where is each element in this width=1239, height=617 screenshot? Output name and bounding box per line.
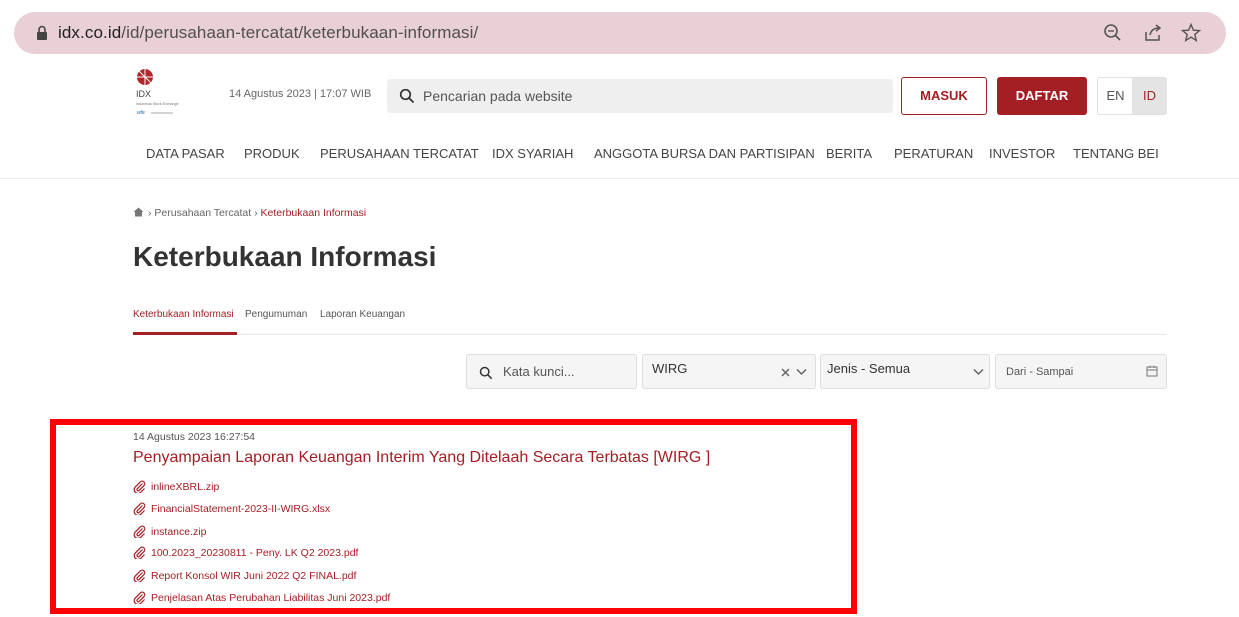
url-text[interactable]: idx.co.id/id/perusahaan-tercatat/keterbu… <box>58 23 478 43</box>
nav-berita[interactable]: BERITA <box>826 146 872 161</box>
share-icon[interactable] <box>1142 22 1164 44</box>
language-switch: EN ID <box>1097 77 1167 115</box>
site-search-input[interactable] <box>423 79 863 113</box>
paperclip-icon <box>133 502 146 515</box>
search-icon <box>399 88 415 104</box>
site-search[interactable] <box>387 79 893 113</box>
browser-url-bar[interactable]: idx.co.id/id/perusahaan-tercatat/keterbu… <box>14 12 1226 54</box>
calendar-icon[interactable] <box>1146 365 1158 377</box>
chevron-down-icon[interactable] <box>973 368 984 376</box>
login-button[interactable]: MASUK <box>901 77 987 115</box>
page-title: Keterbukaan Informasi <box>133 241 437 272</box>
nav-anggota-bursa[interactable]: ANGGOTA BURSA DAN PARTISIPAN <box>594 146 815 161</box>
register-button[interactable]: DAFTAR <box>997 77 1087 115</box>
company-filter-value: WIRG <box>652 361 688 376</box>
active-tab-indicator <box>133 332 237 335</box>
chevron-down-icon[interactable] <box>796 368 807 376</box>
date-range-filter[interactable]: Dari - Sampai <box>995 354 1167 389</box>
paperclip-icon <box>133 525 146 538</box>
logo-subtitle: Indonesia Stock Exchange <box>136 102 179 106</box>
type-filter-value: Jenis - Semua <box>827 361 911 376</box>
keyword-filter[interactable]: Kata kunci... <box>466 354 637 389</box>
search-icon <box>479 366 493 380</box>
paperclip-icon <box>133 591 146 604</box>
company-filter-select[interactable]: WIRG <box>642 354 816 389</box>
lang-en-option[interactable]: EN <box>1098 78 1133 114</box>
idx-logo[interactable]: IDX Indonesia Stock Exchange wfe <box>133 67 193 121</box>
lang-id-option[interactable]: ID <box>1132 78 1167 114</box>
breadcrumb-current: Keterbukaan Informasi <box>260 207 367 219</box>
nav-data-pasar[interactable]: DATA PASAR <box>146 146 225 161</box>
tab-pengumuman[interactable]: Pengumuman <box>245 309 307 320</box>
tab-laporan-keuangan[interactable]: Laporan Keuangan <box>320 309 405 320</box>
breadcrumb-parent[interactable]: Perusahaan Tercatat <box>154 207 251 219</box>
nav-perusahaan-tercatat[interactable]: PERUSAHAAN TERCATAT <box>320 146 479 161</box>
paperclip-icon <box>133 480 146 493</box>
star-icon[interactable] <box>1180 22 1202 44</box>
nav-investor[interactable]: INVESTOR <box>989 146 1055 161</box>
date-range-placeholder: Dari - Sampai <box>1006 366 1074 378</box>
keyword-placeholder: Kata kunci... <box>503 364 575 379</box>
paperclip-icon <box>133 546 146 559</box>
type-filter-select[interactable]: Jenis - Semua <box>820 354 990 389</box>
nav-tentang-bei[interactable]: TENTANG BEI <box>1073 146 1159 161</box>
home-icon[interactable] <box>133 207 144 217</box>
tab-keterbukaan-informasi[interactable]: Keterbukaan Informasi <box>133 309 234 320</box>
breadcrumb: › Perusahaan Tercatat › Keterbukaan Info… <box>148 207 367 219</box>
announcement-timestamp: 14 Agustus 2023 16:27:54 <box>133 431 256 443</box>
header-divider <box>0 178 1239 179</box>
paperclip-icon <box>133 569 146 582</box>
svg-text:IDX: IDX <box>136 89 151 99</box>
nav-idx-syariah[interactable]: IDX SYARIAH <box>492 146 573 161</box>
zoom-icon[interactable] <box>1102 22 1124 44</box>
current-datetime: 14 Agustus 2023 | 17:07 WIB <box>229 88 372 100</box>
announcement-title[interactable]: Penyampaian Laporan Keuangan Interim Yan… <box>133 449 710 467</box>
lock-icon <box>37 25 47 40</box>
tabs-divider <box>133 334 1167 335</box>
svg-text:wfe: wfe <box>137 110 145 116</box>
clear-icon[interactable] <box>781 368 790 377</box>
nav-produk[interactable]: PRODUK <box>244 146 300 161</box>
nav-peraturan[interactable]: PERATURAN <box>894 146 973 161</box>
